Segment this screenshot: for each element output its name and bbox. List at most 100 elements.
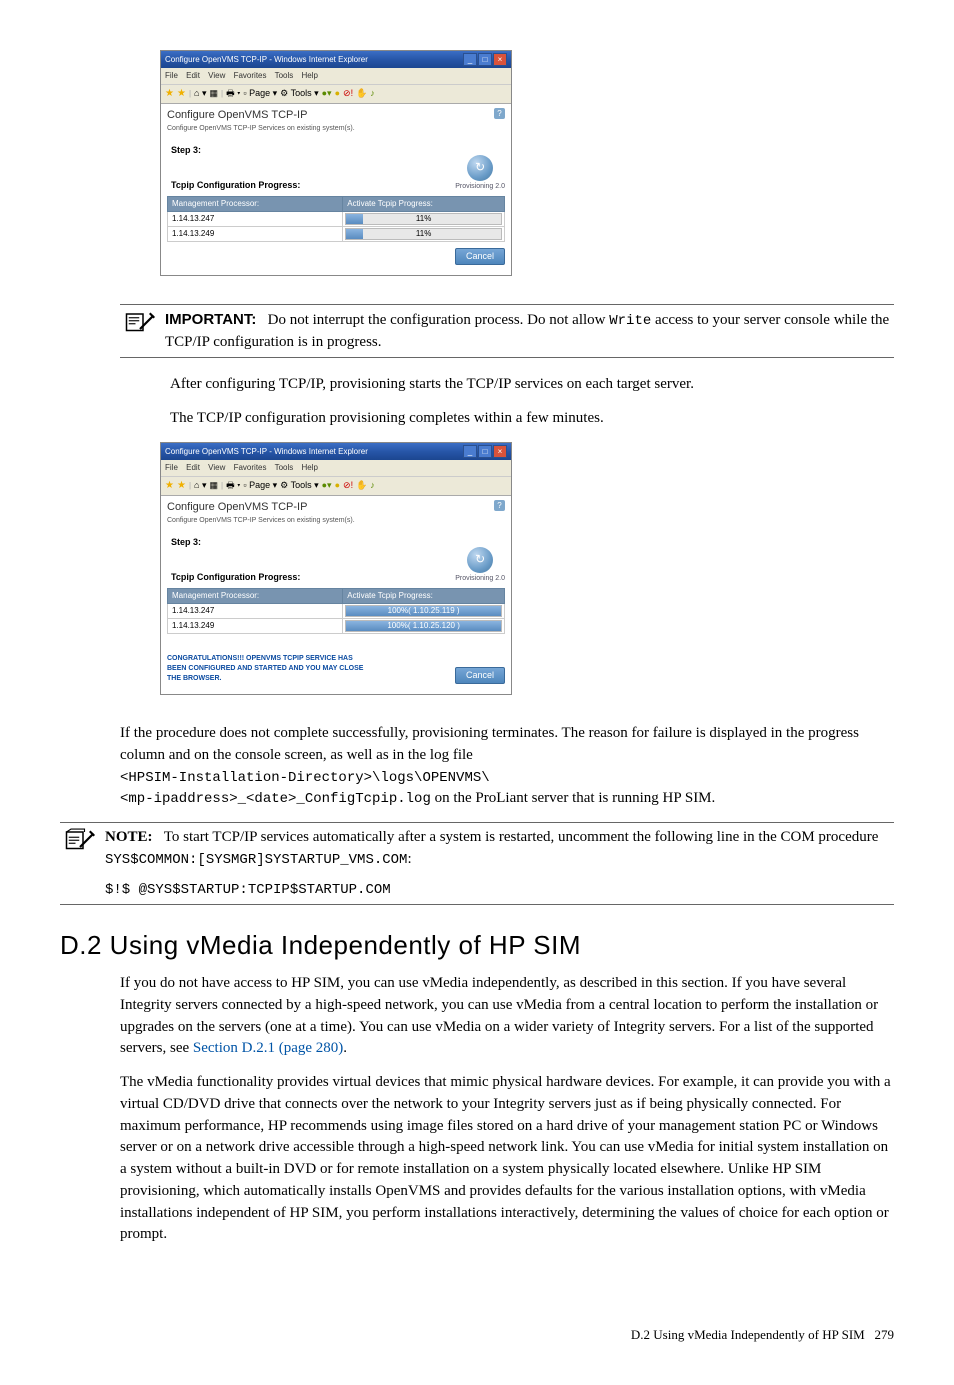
print-icon[interactable]: 🖶 ▾	[226, 479, 240, 492]
menu-favorites[interactable]: Favorites	[234, 71, 267, 80]
music-icon[interactable]: ♪	[370, 87, 375, 100]
cancel-button[interactable]: Cancel	[455, 667, 505, 684]
star-icon[interactable]: ★	[165, 87, 174, 102]
menu-favorites[interactable]: Favorites	[234, 463, 267, 472]
menu-tools[interactable]: Tools	[275, 71, 294, 80]
menu-help[interactable]: Help	[302, 71, 318, 80]
menu-edit[interactable]: Edit	[186, 71, 200, 80]
note-text: To start TCP/IP services automatically a…	[164, 829, 879, 845]
th-progress: Activate Tcpip Progress:	[343, 197, 505, 212]
circle-icon[interactable]: ●▾	[322, 479, 332, 492]
note-label: NOTE:	[105, 829, 153, 845]
important-note: IMPORTANT: Do not interrupt the configur…	[120, 304, 894, 359]
code-path: <HPSIM-Installation-Directory>\logs\OPEN…	[120, 770, 490, 786]
home-dropdown-icon[interactable]: ⌂ ▾	[194, 479, 206, 492]
table-row: 1.14.13.247 11%	[168, 211, 505, 226]
hand-icon[interactable]: ✋	[356, 87, 367, 100]
circle-icon[interactable]: ●	[335, 479, 340, 492]
window-title: Configure OpenVMS TCP-IP - Windows Inter…	[165, 54, 368, 66]
menu-file[interactable]: File	[165, 463, 178, 472]
table-row: 1.14.13.247 100%( 1.10.25.119 )	[168, 603, 505, 618]
code-write: Write	[609, 313, 651, 329]
provisioning-icon: ↻ Provisioning 2.0	[455, 155, 505, 192]
circle-icon[interactable]: ●	[335, 87, 340, 100]
cell-ip: 1.14.13.247	[168, 211, 343, 226]
cell-progress: 11%	[343, 226, 505, 241]
note-block: NOTE: To start TCP/IP services automatic…	[60, 822, 894, 905]
ie-toolbar: ★ ★ | ⌂ ▾ ▦ | 🖶 ▾ ▫ Page ▾ ⚙ Tools ▾ ●▾ …	[161, 476, 511, 497]
important-text: Do not interrupt the configuration proce…	[268, 312, 610, 328]
star-icon[interactable]: ★	[177, 87, 186, 102]
tools-menu[interactable]: ⚙ Tools ▾	[280, 87, 318, 100]
star-icon[interactable]: ★	[165, 479, 174, 494]
provisioning-icon: ↻ Provisioning 2.0	[455, 547, 505, 584]
important-icon	[120, 309, 165, 342]
menu-edit[interactable]: Edit	[186, 463, 200, 472]
cell-progress: 100%( 1.10.25.120 )	[343, 618, 505, 633]
maximize-icon[interactable]: □	[478, 53, 492, 66]
cancel-button[interactable]: Cancel	[455, 248, 505, 265]
menu-help[interactable]: Help	[302, 463, 318, 472]
config-subtitle: Configure OpenVMS TCP-IP Services on exi…	[167, 124, 355, 134]
music-icon[interactable]: ♪	[370, 479, 375, 492]
ie-titlebar: Configure OpenVMS TCP-IP - Windows Inter…	[161, 443, 511, 460]
step-label: Step 3:	[167, 144, 300, 157]
close-icon[interactable]: ×	[493, 53, 507, 66]
globe-icon: ↻	[467, 547, 493, 573]
table-row: 1.14.13.249 11%	[168, 226, 505, 241]
cell-ip: 1.14.13.249	[168, 226, 343, 241]
page-menu[interactable]: ▫ Page ▾	[243, 479, 277, 492]
window-controls: _ □ ×	[463, 53, 507, 66]
cell-progress: 100%( 1.10.25.119 )	[343, 603, 505, 618]
star-icon[interactable]: ★	[177, 479, 186, 494]
link-section-d21[interactable]: Section D.2.1 (page 280)	[193, 1040, 343, 1056]
page-menu[interactable]: ▫ Page ▾	[243, 87, 277, 100]
menu-view[interactable]: View	[208, 463, 225, 472]
config-title: Configure OpenVMS TCP-IP	[167, 108, 355, 124]
code-logfile: <mp-ipaddress>_<date>_ConfigTcpip.log	[120, 791, 431, 807]
hand-icon[interactable]: ✋	[356, 479, 367, 492]
feed-icon[interactable]: ▦	[209, 87, 218, 100]
page-content: Configure OpenVMS TCP-IP Configure OpenV…	[161, 104, 511, 275]
table-row: 1.14.13.249 100%( 1.10.25.120 )	[168, 618, 505, 633]
help-icon[interactable]: ?	[494, 108, 505, 119]
ie-menubar: File Edit View Favorites Tools Help	[161, 460, 511, 476]
code-com: SYS$COMMON:[SYSMGR]SYSTARTUP_VMS.COM	[105, 852, 407, 868]
progress-caption: Tcpip Configuration Progress:	[167, 571, 300, 584]
menu-tools[interactable]: Tools	[275, 463, 294, 472]
print-icon[interactable]: 🖶 ▾	[226, 87, 240, 100]
help-icon[interactable]: ?	[494, 500, 505, 511]
cell-ip: 1.14.13.249	[168, 618, 343, 633]
stop-icon[interactable]: ⊘!	[343, 87, 353, 100]
tools-menu[interactable]: ⚙ Tools ▾	[280, 479, 318, 492]
menu-view[interactable]: View	[208, 71, 225, 80]
ie-titlebar: Configure OpenVMS TCP-IP - Windows Inter…	[161, 51, 511, 68]
maximize-icon[interactable]: □	[478, 445, 492, 458]
screenshot-configure-tcpip-progress: Configure OpenVMS TCP-IP - Windows Inter…	[160, 50, 512, 276]
minimize-icon[interactable]: _	[463, 53, 477, 66]
circle-icon[interactable]: ●▾	[322, 87, 332, 100]
close-icon[interactable]: ×	[493, 445, 507, 458]
ie-toolbar: ★ ★ | ⌂ ▾ ▦ | 🖶 ▾ ▫ Page ▾ ⚙ Tools ▾ ●▾ …	[161, 84, 511, 105]
window-controls: _ □ ×	[463, 445, 507, 458]
feed-icon[interactable]: ▦	[209, 479, 218, 492]
cell-progress: 11%	[343, 211, 505, 226]
step-label: Step 3:	[167, 536, 300, 549]
minimize-icon[interactable]: _	[463, 445, 477, 458]
section-paragraph: If you do not have access to HP SIM, you…	[120, 973, 894, 1060]
congratulations-text: CONGRATULATIONS!!! OPENVMS TCPIP SERVICE…	[167, 654, 370, 684]
config-title: Configure OpenVMS TCP-IP	[167, 500, 355, 516]
window-title: Configure OpenVMS TCP-IP - Windows Inter…	[165, 446, 368, 458]
home-dropdown-icon[interactable]: ⌂ ▾	[194, 87, 206, 100]
screenshot-configure-tcpip-complete: Configure OpenVMS TCP-IP - Windows Inter…	[160, 442, 512, 695]
stop-icon[interactable]: ⊘!	[343, 479, 353, 492]
progress-caption: Tcpip Configuration Progress:	[167, 179, 300, 192]
menu-file[interactable]: File	[165, 71, 178, 80]
important-label: IMPORTANT:	[165, 311, 256, 328]
page-content: Configure OpenVMS TCP-IP Configure OpenV…	[161, 496, 511, 694]
section-heading: D.2 Using vMedia Independently of HP SIM	[60, 927, 894, 965]
ie-menubar: File Edit View Favorites Tools Help	[161, 68, 511, 84]
th-progress: Activate Tcpip Progress:	[343, 589, 505, 604]
failure-paragraph: If the procedure does not complete succe…	[120, 723, 894, 810]
globe-icon: ↻	[467, 155, 493, 181]
